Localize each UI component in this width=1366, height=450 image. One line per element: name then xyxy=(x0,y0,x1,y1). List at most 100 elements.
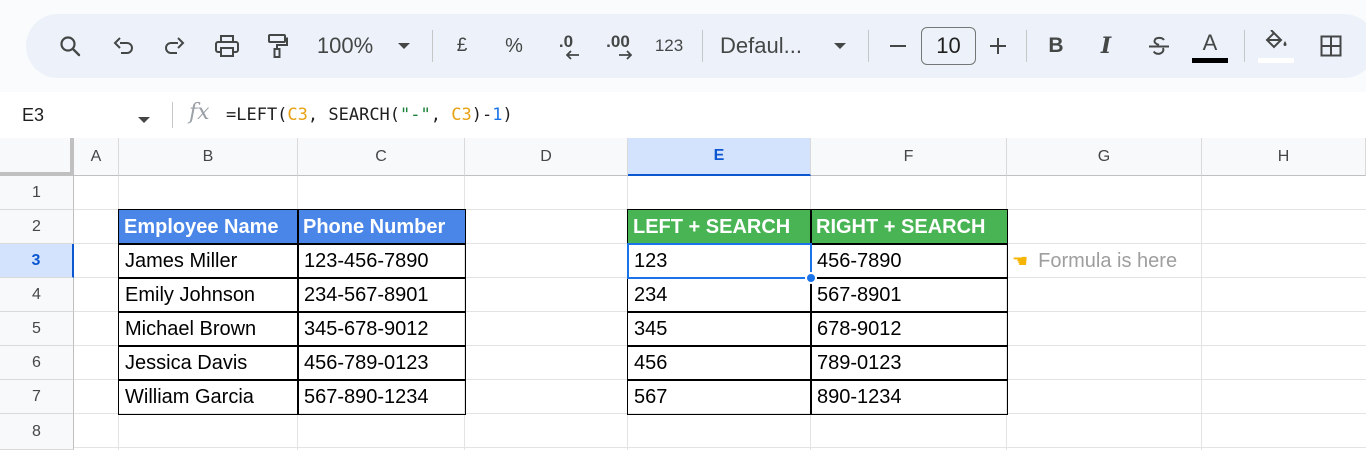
spreadsheet-grid: A B C D E F G H 1 2 3 4 5 6 7 8 Employee… xyxy=(0,138,1366,450)
row-header-2[interactable]: 2 xyxy=(0,210,74,244)
table2-divider xyxy=(627,345,1008,347)
increase-decimal-label: .00 xyxy=(606,32,630,51)
formula-text: )- xyxy=(471,105,493,125)
cell-c3[interactable]: 123-456-7890 xyxy=(298,244,465,278)
paint-bucket-icon xyxy=(1265,30,1287,49)
row-header-1[interactable]: 1 xyxy=(0,176,74,210)
name-box[interactable]: E3 xyxy=(22,92,44,138)
increase-decimal-button[interactable]: .00 xyxy=(598,14,638,78)
plus-icon xyxy=(990,38,1006,54)
column-header-f[interactable]: F xyxy=(811,138,1007,176)
column-header-h[interactable]: H xyxy=(1202,138,1366,176)
print-button[interactable] xyxy=(210,14,244,78)
decrease-decimal-button[interactable]: .0 xyxy=(546,14,586,78)
fill-color-button[interactable] xyxy=(1256,14,1296,78)
column-header-a[interactable]: A xyxy=(74,138,119,176)
table2-divider xyxy=(627,379,1008,381)
row-header-3[interactable]: 3 xyxy=(0,244,74,278)
cell-b6[interactable]: Jessica Davis xyxy=(119,346,298,380)
caret-down-icon xyxy=(398,43,410,49)
undo-button[interactable] xyxy=(108,14,140,78)
name-box-dropdown-button[interactable] xyxy=(137,111,151,129)
text-color-button[interactable]: A xyxy=(1190,14,1230,78)
cell-e2-header[interactable]: LEFT + SEARCH xyxy=(628,210,811,244)
formula-string: "-" xyxy=(400,105,431,125)
cell-c2-header[interactable]: Phone Number xyxy=(298,210,465,244)
cell-f2-header[interactable]: RIGHT + SEARCH xyxy=(811,210,1007,244)
cell-e3[interactable]: 123 xyxy=(628,244,811,278)
strikethrough-button[interactable] xyxy=(1144,14,1174,78)
currency-format-button[interactable]: £ xyxy=(448,14,476,78)
cell-c5[interactable]: 345-678-9012 xyxy=(298,312,465,346)
column-header-e[interactable]: E xyxy=(628,138,811,176)
column-header-b[interactable]: B xyxy=(119,138,298,176)
cell-c4[interactable]: 234-567-8901 xyxy=(298,278,465,312)
print-icon xyxy=(215,35,239,57)
fill-handle[interactable] xyxy=(805,272,817,284)
formula-number: 1 xyxy=(492,105,503,125)
select-all-corner[interactable] xyxy=(0,138,74,176)
italic-button[interactable]: I xyxy=(1092,14,1120,78)
formula-input[interactable]: =LEFT(C3, SEARCH("-", C3)- 1) xyxy=(226,92,513,138)
toolbar-area: 100% £ % .0 .00 123 Defaul... 10 B I A xyxy=(0,0,1366,92)
cell-f5[interactable]: 678-9012 xyxy=(811,312,1007,346)
cell-e4[interactable]: 234 xyxy=(628,278,811,312)
cell-b4[interactable]: Emily Johnson xyxy=(119,278,298,312)
table1-divider xyxy=(118,277,466,279)
table2-divider xyxy=(627,311,1008,313)
note-text: Formula is here xyxy=(1038,249,1178,272)
number-format-button[interactable]: 123 xyxy=(648,14,690,78)
cell-f4[interactable]: 567-8901 xyxy=(811,278,1007,312)
cell-f7[interactable]: 890-1234 xyxy=(811,380,1007,414)
row-header-8[interactable]: 8 xyxy=(0,414,74,450)
column-header-g[interactable]: G xyxy=(1007,138,1202,176)
column-header-d[interactable]: D xyxy=(465,138,628,176)
gridline xyxy=(74,447,1366,448)
toolbar-separator xyxy=(432,30,433,62)
decrease-font-size-button[interactable] xyxy=(884,14,912,78)
font-family-select[interactable]: Defaul... xyxy=(720,14,816,78)
row-header-5[interactable]: 5 xyxy=(0,312,74,346)
table1-divider xyxy=(118,311,466,313)
zoom-dropdown-button[interactable] xyxy=(394,14,414,78)
bold-button[interactable]: B xyxy=(1042,14,1070,78)
font-size-input[interactable]: 10 xyxy=(921,27,976,65)
cell-c7[interactable]: 567-890-1234 xyxy=(298,380,465,414)
row-header-6[interactable]: 6 xyxy=(0,346,74,380)
formula-text: =LEFT( xyxy=(226,105,288,125)
arrow-left-icon xyxy=(566,50,579,60)
increase-font-size-button[interactable] xyxy=(984,14,1012,78)
toolbar-separator xyxy=(1244,30,1245,62)
formula-text: ) xyxy=(502,105,513,125)
percent-format-button[interactable]: % xyxy=(500,14,528,78)
row-header-4[interactable]: 4 xyxy=(0,278,74,312)
table1-divider xyxy=(118,345,466,347)
formula-bar: E3 fx =LEFT(C3, SEARCH("-", C3)- 1) xyxy=(0,92,1366,138)
borders-button[interactable] xyxy=(1316,14,1346,78)
paint-format-button[interactable] xyxy=(262,14,292,78)
formula-text: , xyxy=(430,105,452,125)
row-header-7[interactable]: 7 xyxy=(0,380,74,414)
formula-bar-separator xyxy=(172,102,173,128)
cell-c6[interactable]: 456-789-0123 xyxy=(298,346,465,380)
formula-cell-ref: C3 xyxy=(287,105,308,125)
redo-button[interactable] xyxy=(158,14,190,78)
cell-b5[interactable]: Michael Brown xyxy=(119,312,298,346)
cell-e7[interactable]: 567 xyxy=(628,380,811,414)
cell-f6[interactable]: 789-0123 xyxy=(811,346,1007,380)
cell-b3[interactable]: James Miller xyxy=(119,244,298,278)
cell-e6[interactable]: 456 xyxy=(628,346,811,380)
zoom-value[interactable]: 100% xyxy=(314,14,376,78)
cell-e5[interactable]: 345 xyxy=(628,312,811,346)
column-header-c[interactable]: C xyxy=(298,138,465,176)
search-menus-button[interactable] xyxy=(54,14,86,78)
search-icon xyxy=(60,36,81,57)
cell-b2-header[interactable]: Employee Name xyxy=(119,210,298,244)
gridline xyxy=(1201,176,1202,450)
cell-b7[interactable]: William Garcia xyxy=(119,380,298,414)
pointing-hand-icon: ☚ xyxy=(1012,250,1029,271)
font-family-dropdown-button[interactable] xyxy=(830,14,850,78)
table1-divider xyxy=(118,379,466,381)
cell-f3[interactable]: 456-7890 xyxy=(811,244,1007,278)
cell-g3-note[interactable]: ☚ Formula is here xyxy=(1012,244,1177,278)
